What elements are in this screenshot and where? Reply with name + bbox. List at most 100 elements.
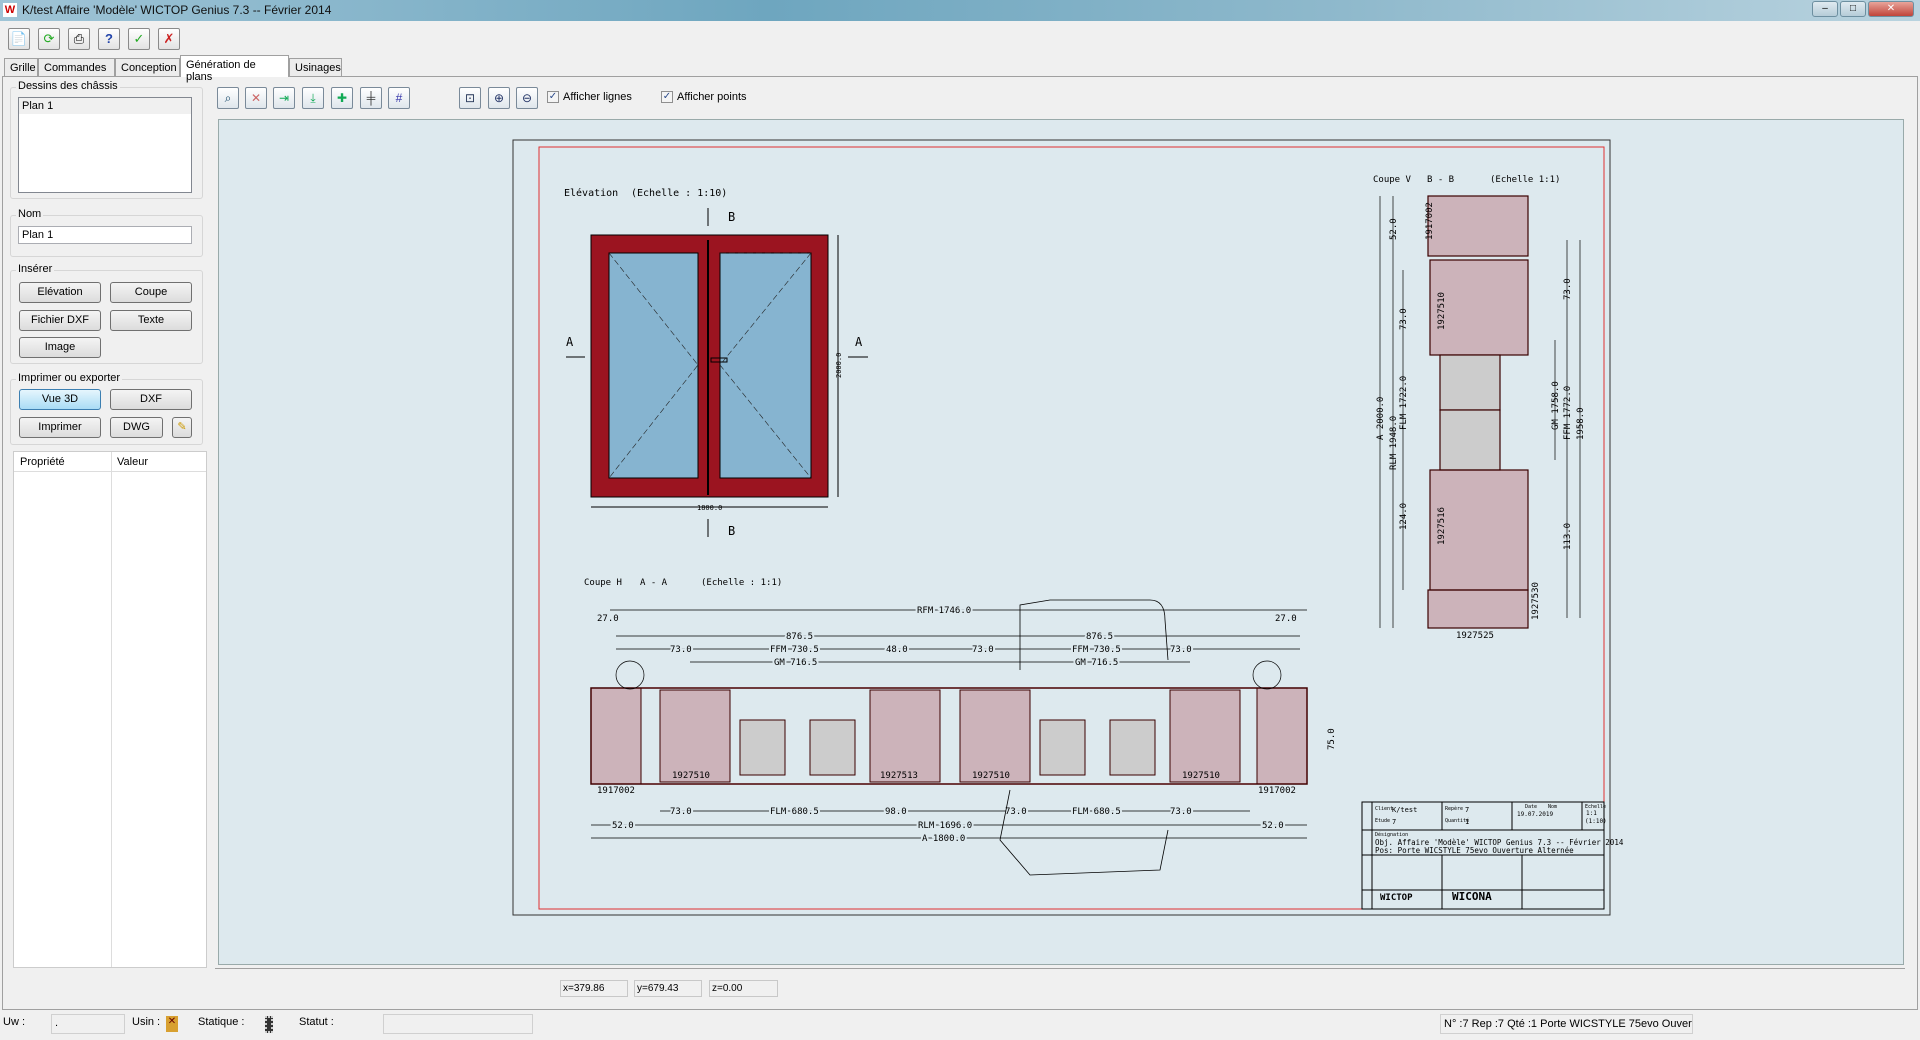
dim-73-a: 73.0 xyxy=(670,645,692,655)
add-points-icon[interactable]: ✚ xyxy=(331,87,353,109)
tb-designation-label: Désignation xyxy=(1375,831,1408,838)
tb-scale: 1:1 xyxy=(1586,810,1597,817)
grid-icon[interactable]: # xyxy=(388,87,410,109)
elevation-button[interactable]: Elévation xyxy=(19,282,101,303)
dim-27-left: 27.0 xyxy=(597,614,619,624)
elevation-scale: (Echelle : 1:10) xyxy=(631,188,727,199)
drawings-label: Dessins des châssis xyxy=(16,80,120,92)
insert-label: Insérer xyxy=(16,263,55,275)
horizontal-lines-icon[interactable]: ╪ xyxy=(360,87,382,109)
property-header[interactable]: Propriété xyxy=(20,456,65,468)
coupe-v-title: Coupe V xyxy=(1373,175,1412,185)
dwg-button[interactable]: DWG xyxy=(110,417,163,438)
glass-right xyxy=(719,252,812,479)
show-lines-checkbox[interactable]: ✓ xyxy=(547,91,559,103)
plan-sheet[interactable]: Elévation (Echelle : 1:10) B B A A 1800.… xyxy=(218,119,1904,965)
binoculars-icon[interactable]: ⌕ xyxy=(217,87,239,109)
wicona-logo: WICONA xyxy=(1452,890,1492,903)
coupe-v-section: B - B xyxy=(1427,175,1454,185)
section-b-bottom: B xyxy=(728,524,735,538)
statut-value xyxy=(383,1014,533,1034)
elevation-width-dim: 1800.0 xyxy=(697,504,722,512)
ref-v-1917002: 1917002 xyxy=(1425,202,1435,240)
show-lines-label: Afficher lignes xyxy=(563,91,632,103)
align-bottom-icon[interactable]: ⤓ xyxy=(302,87,324,109)
dim-v-1958: 1958.0 xyxy=(1576,407,1586,440)
window-title: K/test Affaire 'Modèle' WICTOP Genius 7.… xyxy=(22,3,332,17)
item-info: N° :7 Rep :7 Qté :1 Porte WICSTYLE 75evo… xyxy=(1440,1014,1693,1034)
tab-generation-de-plans[interactable]: Génération de plans xyxy=(180,55,289,83)
tb-etude-label: Etude xyxy=(1375,818,1390,824)
dim-flm-right: FLM 680.5 xyxy=(1072,807,1121,817)
usin-status-icon: ✕ xyxy=(166,1016,178,1032)
new-document-icon[interactable]: 📄 xyxy=(8,28,30,50)
door-validate-icon[interactable]: ✓ xyxy=(128,28,150,50)
dim-876-right: 876.5 xyxy=(1086,632,1113,642)
dim-rfm: RFM 1746.0 xyxy=(917,606,971,616)
minimize-button[interactable]: – xyxy=(1812,1,1838,17)
tb-date-label: Date xyxy=(1525,804,1537,810)
zoom-in-icon[interactable]: ⊕ xyxy=(488,87,510,109)
zoom-fit-icon[interactable]: ⊡ xyxy=(459,87,481,109)
dim-75: 75.0 xyxy=(1327,728,1337,750)
refresh-icon[interactable]: ⟳ xyxy=(38,28,60,50)
close-button[interactable]: ✕ xyxy=(1868,1,1914,17)
dim-ffm-right: FFM 730.5 xyxy=(1072,645,1121,655)
dim-v-73: 73.0 xyxy=(1399,308,1409,330)
statut-label: Statut : xyxy=(299,1016,334,1028)
delete-icon[interactable]: ✕ xyxy=(245,87,267,109)
imprimer-button[interactable]: Imprimer xyxy=(19,417,101,438)
ref-1917002-left: 1917002 xyxy=(597,786,635,796)
statique-status-icon xyxy=(265,1016,273,1033)
drawings-list[interactable]: Plan 1 xyxy=(18,97,192,193)
app-logo-icon: W xyxy=(3,3,17,17)
tab-grille[interactable]: Grille xyxy=(4,58,38,77)
dim-b-73-a: 73.0 xyxy=(670,807,692,817)
value-header[interactable]: Valeur xyxy=(117,456,148,468)
dim-52-right: 52.0 xyxy=(1262,821,1284,831)
help-icon[interactable]: ? xyxy=(98,28,120,50)
maximize-button[interactable]: □ xyxy=(1840,1,1866,17)
elevation-view: Elévation (Echelle : 1:10) B B A A 1800.… xyxy=(564,187,868,538)
door-exit-icon[interactable]: ✗ xyxy=(158,28,180,50)
image-button[interactable]: Image xyxy=(19,337,101,358)
vue-3d-button[interactable]: Vue 3D xyxy=(19,389,101,410)
texte-button[interactable]: Texte xyxy=(110,310,192,331)
property-grid[interactable]: Propriété Valeur xyxy=(13,451,207,968)
ref-v-1927510: 1927510 xyxy=(1437,292,1447,330)
dim-v-113: 113.0 xyxy=(1563,523,1573,550)
tb-client: K/test xyxy=(1392,806,1417,814)
dim-27-right: 27.0 xyxy=(1275,614,1297,624)
pencil-icon[interactable]: ✎ xyxy=(172,417,192,438)
coupe-button[interactable]: Coupe xyxy=(110,282,192,303)
tab-commandes[interactable]: Commandes xyxy=(38,58,115,77)
title-bar: W K/test Affaire 'Modèle' WICTOP Genius … xyxy=(0,0,1920,21)
ref-v-1927525: 1927525 xyxy=(1456,631,1494,641)
dim-v-rlm: RLM 1948.0 xyxy=(1389,416,1399,470)
ref-1927510-c: 1927510 xyxy=(1182,771,1220,781)
section-a-left: A xyxy=(566,335,574,349)
align-right-icon[interactable]: ⇥ xyxy=(273,87,295,109)
show-points-label: Afficher points xyxy=(677,91,747,103)
dim-b-73-c: 73.0 xyxy=(1170,807,1192,817)
show-points-checkbox[interactable]: ✓ xyxy=(661,91,673,103)
tb-qte: 1 xyxy=(1465,818,1469,826)
usin-label: Usin : xyxy=(132,1016,161,1028)
dim-48: 48.0 xyxy=(886,645,908,655)
coord-z: z=0.00 xyxy=(709,980,778,997)
dim-73-b: 73.0 xyxy=(972,645,994,655)
fichier-dxf-button[interactable]: Fichier DXF xyxy=(19,310,101,331)
name-input[interactable]: Plan 1 xyxy=(18,226,192,244)
tab-usinages[interactable]: Usinages xyxy=(289,58,342,77)
tab-conception[interactable]: Conception xyxy=(115,58,180,77)
print-icon[interactable]: ⎙ xyxy=(68,28,90,50)
dim-gm-right: GM 716.5 xyxy=(1075,658,1118,668)
coord-y: y=679.43 xyxy=(634,980,702,997)
uw-value: . xyxy=(51,1014,125,1034)
drawing-list-item[interactable]: Plan 1 xyxy=(19,98,191,114)
coupe-v-scale: (Echelle 1:1) xyxy=(1490,175,1560,185)
dim-73-c: 73.0 xyxy=(1170,645,1192,655)
dxf-button[interactable]: DXF xyxy=(110,389,192,410)
ref-1927510-a: 1927510 xyxy=(672,771,710,781)
zoom-out-icon[interactable]: ⊖ xyxy=(516,87,538,109)
